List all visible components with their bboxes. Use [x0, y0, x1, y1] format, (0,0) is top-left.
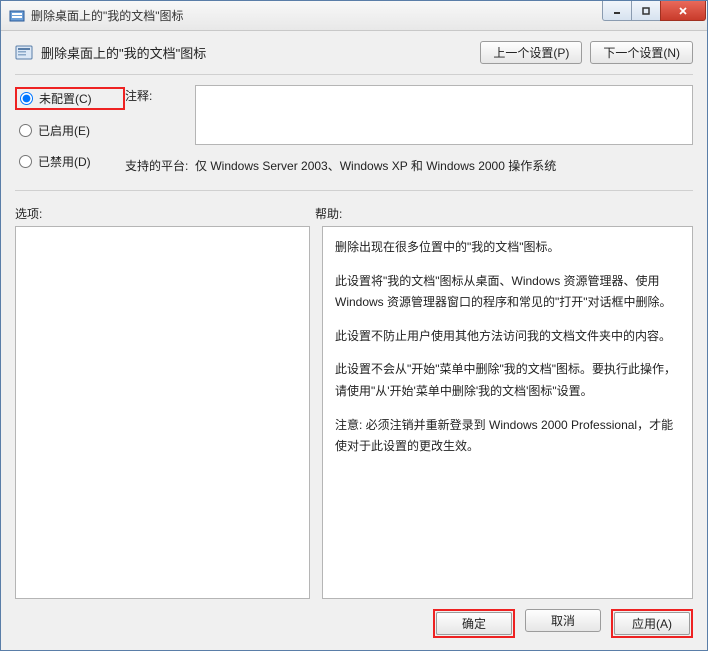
titlebar: 删除桌面上的"我的文档"图标: [1, 1, 707, 31]
apply-button[interactable]: 应用(A): [614, 612, 690, 635]
help-paragraph: 注意: 必须注销并重新登录到 Windows 2000 Professional…: [335, 415, 680, 458]
cancel-button[interactable]: 取消: [525, 609, 601, 632]
header-row: 删除桌面上的"我的文档"图标 上一个设置(P) 下一个设置(N): [15, 41, 693, 64]
window-controls: [603, 1, 707, 30]
nav-buttons: 上一个设置(P) 下一个设置(N): [480, 41, 693, 64]
policy-editor-window: 删除桌面上的"我的文档"图标 删除桌面上的"我的文档"图标 上一个设置(P) 下…: [0, 0, 708, 651]
help-paragraph: 删除出现在很多位置中的"我的文档"图标。: [335, 237, 680, 259]
minimize-button[interactable]: [602, 1, 632, 21]
radio-disabled[interactable]: 已禁用(D): [15, 151, 125, 172]
radio-disabled-label: 已禁用(D): [38, 153, 91, 170]
next-setting-button[interactable]: 下一个设置(N): [590, 41, 693, 64]
footer-buttons: 确定 取消 应用(A): [15, 609, 693, 638]
radio-not-configured[interactable]: 未配置(C): [15, 87, 125, 110]
platform-label: 支持的平台:: [125, 155, 195, 174]
radio-not-configured-input[interactable]: [20, 92, 33, 105]
ok-button[interactable]: 确定: [436, 612, 512, 635]
radio-enabled-input[interactable]: [19, 124, 32, 137]
apply-highlight: 应用(A): [611, 609, 693, 638]
app-icon: [9, 8, 25, 24]
help-paragraph: 此设置将"我的文档"图标从桌面、Windows 资源管理器、使用 Windows…: [335, 271, 680, 314]
window-title: 删除桌面上的"我的文档"图标: [31, 7, 603, 24]
radio-enabled[interactable]: 已启用(E): [15, 120, 125, 141]
section-labels: 选项: 帮助:: [15, 205, 693, 222]
platform-value: 仅 Windows Server 2003、Windows XP 和 Windo…: [195, 155, 693, 174]
radio-enabled-label: 已启用(E): [38, 122, 90, 139]
client-area: 删除桌面上的"我的文档"图标 上一个设置(P) 下一个设置(N) 未配置(C) …: [1, 31, 707, 650]
options-label: 选项:: [15, 205, 315, 222]
help-pane: 删除出现在很多位置中的"我的文档"图标。 此设置将"我的文档"图标从桌面、Win…: [322, 226, 693, 599]
options-pane: [15, 226, 310, 599]
radio-disabled-input[interactable]: [19, 155, 32, 168]
radio-not-configured-label: 未配置(C): [39, 90, 92, 107]
help-label: 帮助:: [315, 205, 342, 222]
config-row: 未配置(C) 已启用(E) 已禁用(D) 注释: 支持的平台:: [15, 85, 693, 174]
previous-setting-button[interactable]: 上一个设置(P): [480, 41, 582, 64]
radio-group: 未配置(C) 已启用(E) 已禁用(D): [15, 85, 125, 174]
help-paragraph: 此设置不防止用户使用其他方法访问我的文档文件夹中的内容。: [335, 326, 680, 348]
policy-title: 删除桌面上的"我的文档"图标: [41, 43, 480, 62]
divider: [15, 74, 693, 75]
fields-column: 注释: 支持的平台: 仅 Windows Server 2003、Windows…: [125, 85, 693, 174]
help-paragraph: 此设置不会从"开始"菜单中删除"我的文档"图标。要执行此操作，请使用"从'开始'…: [335, 359, 680, 402]
comment-textarea[interactable]: [195, 85, 693, 145]
platform-row: 支持的平台: 仅 Windows Server 2003、Windows XP …: [125, 155, 693, 174]
comment-label: 注释:: [125, 85, 195, 145]
divider: [15, 190, 693, 191]
close-button[interactable]: [660, 1, 706, 21]
panes: 删除出现在很多位置中的"我的文档"图标。 此设置将"我的文档"图标从桌面、Win…: [15, 226, 693, 599]
policy-icon: [15, 44, 33, 62]
comment-row: 注释:: [125, 85, 693, 145]
ok-highlight: 确定: [433, 609, 515, 638]
maximize-button[interactable]: [631, 1, 661, 21]
